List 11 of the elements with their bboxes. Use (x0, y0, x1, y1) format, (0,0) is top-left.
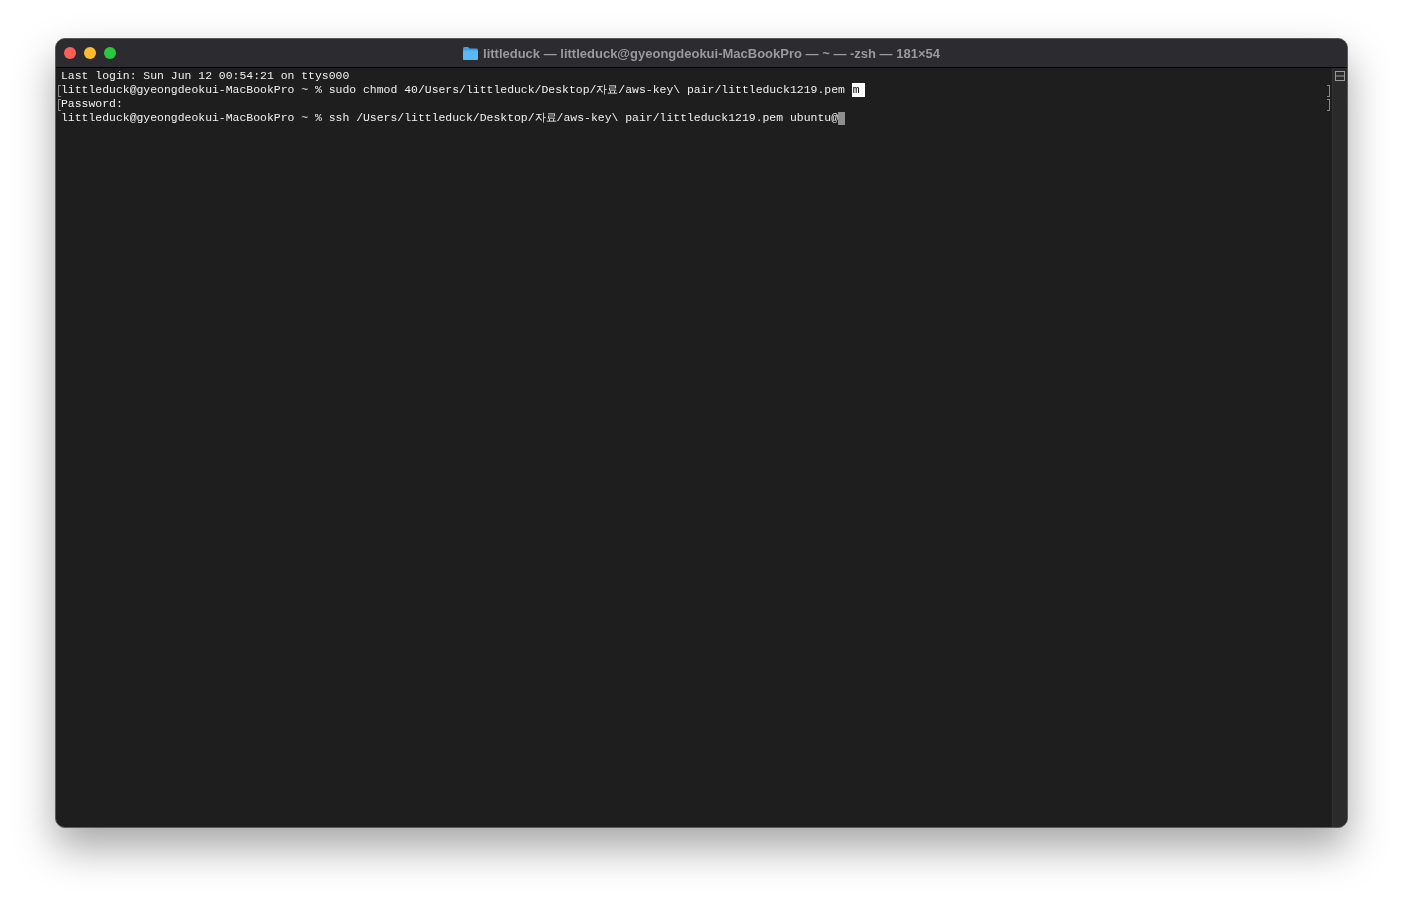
close-button[interactable] (64, 47, 76, 59)
terminal-line: Last login: Sun Jun 12 00:54:21 on ttys000 (61, 69, 350, 83)
terminal-line: littleduck@gyeongdeokui-MacBookPro ~ % sudo chmod 40/Users/littleduck/Desktop/자료/aws-key\ pair/littleduck1219.pem (61, 83, 846, 97)
minimize-button[interactable] (84, 47, 96, 59)
window-title: littleduck — littleduck@gyeongdeokui-MacBookPro — ~ — -zsh — 181×54 (483, 45, 940, 61)
folder-icon (463, 46, 478, 60)
zoom-button[interactable] (104, 47, 116, 59)
selected-text: m (851, 83, 865, 97)
terminal-line: Password: (61, 97, 123, 111)
terminal-line: littleduck@gyeongdeokui-MacBookPro ~ % ssh /Users/littleduck/Desktop/자료/aws-key\ pair/littleduck1219.pem ubuntu@ (61, 111, 838, 125)
split-pane-icon[interactable] (1335, 71, 1345, 81)
